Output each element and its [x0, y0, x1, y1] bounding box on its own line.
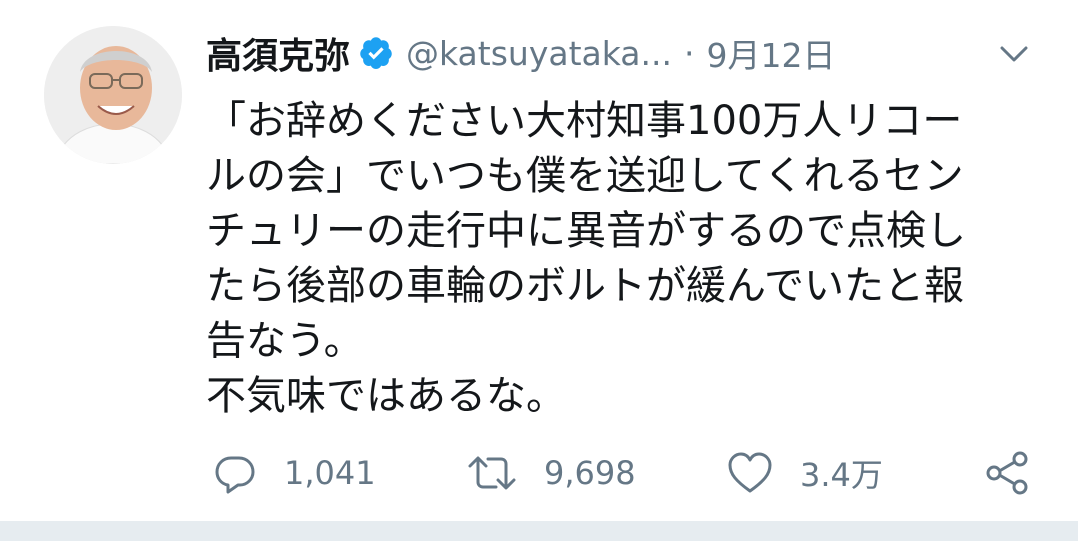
avatar-image	[44, 26, 182, 164]
display-name[interactable]: 高須克弥	[206, 27, 350, 79]
retweet-count: 9,698	[544, 454, 636, 492]
tweet-text: 「お辞めください大村知事100万人リコー ルの会」でいつも僕を送迎してくれるセン…	[206, 94, 1016, 424]
avatar[interactable]	[44, 26, 182, 164]
like-count: 3.4万	[800, 456, 883, 494]
tweet-text-line: チュリーの走行中に異音がするので点検し	[206, 208, 966, 254]
verified-badge-icon	[358, 35, 394, 71]
reply-button[interactable]: 1,041	[212, 445, 376, 501]
like-button[interactable]: 3.4万	[726, 445, 883, 501]
tweet-text-line: 不気味ではあるな。	[206, 373, 566, 419]
timeline-divider	[0, 521, 1078, 541]
tweet-date[interactable]: 9月12日	[706, 29, 835, 77]
heart-icon	[728, 452, 772, 493]
tweet-card[interactable]: 高須克弥 @katsuyataka... · 9月12日 「お辞めください大村知…	[0, 0, 1078, 521]
chevron-down-icon[interactable]	[996, 40, 1032, 68]
user-handle[interactable]: @katsuyataka...	[406, 34, 672, 73]
retweet-button[interactable]: 9,698	[466, 445, 636, 501]
share-button[interactable]	[984, 445, 1032, 501]
tweet-header: 高須克弥 @katsuyataka... · 9月12日	[206, 28, 835, 78]
separator-dot: ·	[683, 33, 695, 73]
retweet-icon	[468, 456, 516, 490]
tweet-text-line: ルの会」でいつも僕を送迎してくれるセン	[206, 153, 964, 199]
tweet-text-line: 告なう。	[206, 318, 364, 364]
share-icon	[986, 451, 1028, 495]
tweet-text-line: 「お辞めください大村知事100万人リコー	[206, 98, 963, 144]
reply-count: 1,041	[284, 454, 376, 492]
tweet-actions: 1,041 9,698 3.4万	[0, 445, 1078, 501]
reply-icon	[215, 456, 255, 494]
tweet-text-line: たら後部の車輪のボルトが緩んでいたと報	[206, 263, 964, 309]
